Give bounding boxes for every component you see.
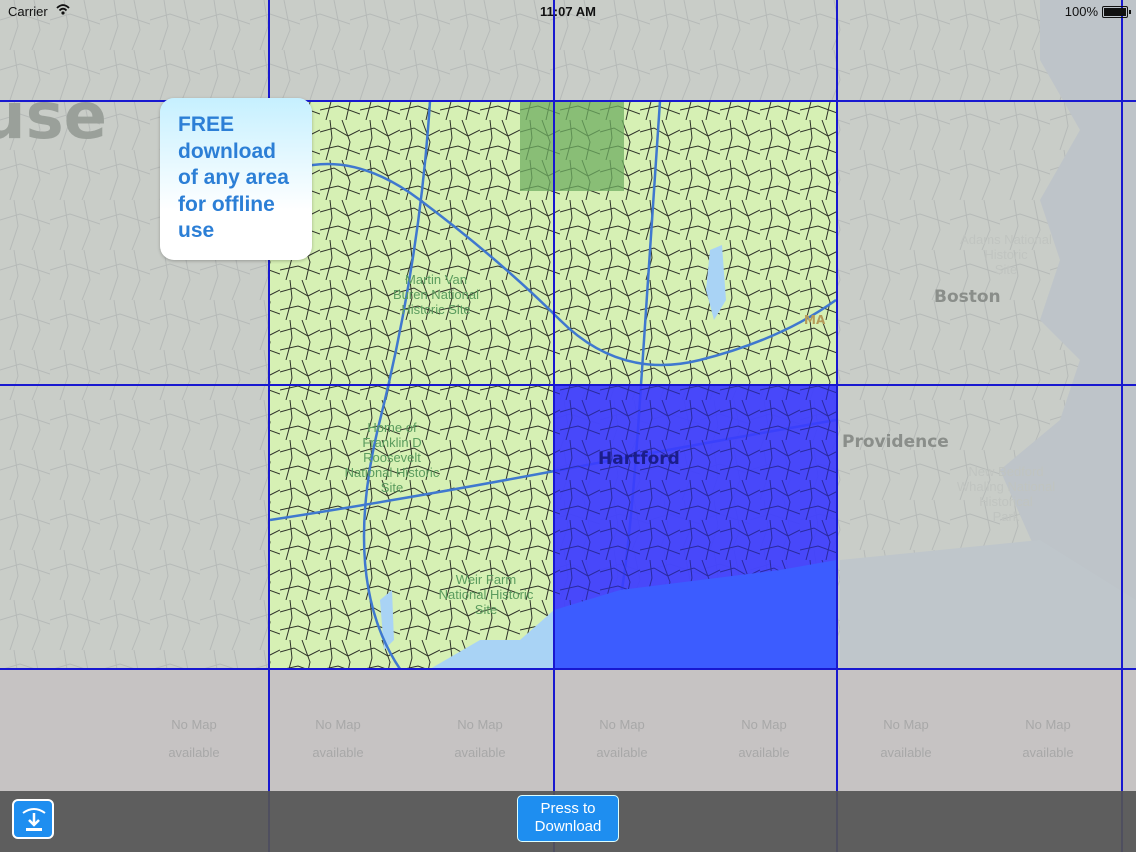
place-weir-farm: Weir Farm National Historic Site [438, 572, 534, 617]
download-icon [22, 808, 46, 831]
no-map-label: No Map available [738, 717, 790, 760]
status-bar: Carrier 11:07 AM 100% [0, 0, 1136, 24]
city-hartford: Hartford [598, 449, 680, 469]
faded-map-text: use [0, 80, 108, 154]
no-map-label: No Map available [596, 717, 648, 760]
no-map-label: No Map available [454, 717, 506, 760]
place-new-bedford: New Bedford Whaling National Historical … [956, 464, 1056, 524]
no-map-label: No Map available [1022, 717, 1074, 760]
battery-percent: 100% [1064, 4, 1098, 19]
press-to-download-button[interactable]: Press to Download [517, 795, 619, 842]
download-manager-button[interactable] [12, 799, 54, 839]
place-adams-site: Adams National Historic Site [960, 232, 1052, 277]
state-label-ma: MA [804, 313, 826, 327]
place-martin-van-buren: Martin Van Buren National Historic Site [393, 272, 479, 317]
battery-icon [1102, 6, 1131, 18]
promo-bubble: FREE download of any area for offline us… [160, 98, 312, 260]
no-map-label: No Map available [312, 717, 364, 760]
no-map-label: No Map available [880, 717, 932, 760]
city-providence: Providence [842, 432, 949, 452]
clock: 11:07 AM [540, 4, 596, 19]
place-franklin-roosevelt: Home of Franklin D Roosevelt National Hi… [344, 420, 440, 495]
promo-text: FREE download of any area for offline us… [178, 113, 289, 242]
bottom-toolbar: Press to Download [0, 791, 1136, 852]
city-boston: Boston [934, 287, 1001, 307]
no-map-label: No Map available [168, 717, 220, 760]
